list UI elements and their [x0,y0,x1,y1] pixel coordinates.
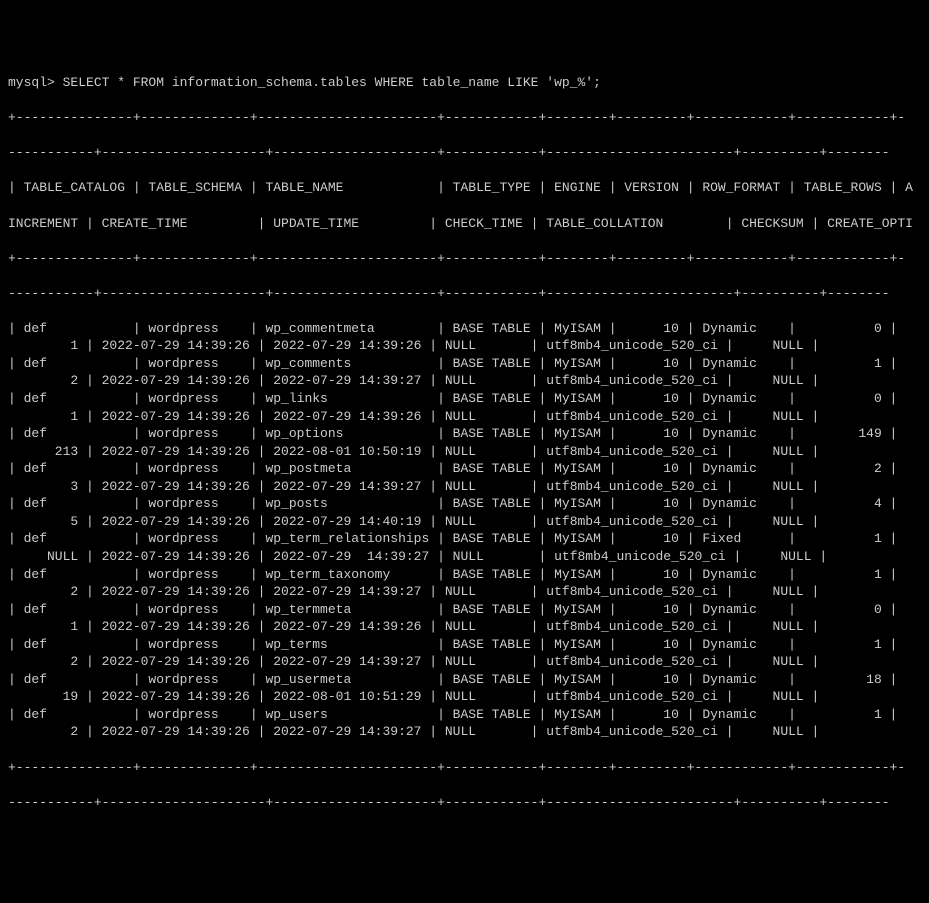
table-row: 1 | 2022-07-29 14:39:26 | 2022-07-29 14:… [8,408,921,426]
mysql-prompt: mysql> [8,75,63,90]
table-row: 2 | 2022-07-29 14:39:26 | 2022-07-29 14:… [8,583,921,601]
table-row: 213 | 2022-07-29 14:39:26 | 2022-08-01 1… [8,443,921,461]
table-row: 3 | 2022-07-29 14:39:26 | 2022-07-29 14:… [8,478,921,496]
table-row: 5 | 2022-07-29 14:39:26 | 2022-07-29 14:… [8,513,921,531]
table-border-bot-1: +---------------+--------------+--------… [8,759,921,777]
table-row: | def | wordpress | wp_posts | BASE TABL… [8,495,921,513]
table-row: | def | wordpress | wp_usermeta | BASE T… [8,671,921,689]
table-row: | def | wordpress | wp_terms | BASE TABL… [8,636,921,654]
table-header-1: | TABLE_CATALOG | TABLE_SCHEMA | TABLE_N… [8,179,921,197]
table-row: 2 | 2022-07-29 14:39:26 | 2022-07-29 14:… [8,372,921,390]
table-row: | def | wordpress | wp_options | BASE TA… [8,425,921,443]
mysql-prompt-line[interactable]: mysql> SELECT * FROM information_schema.… [8,74,921,92]
table-row: 1 | 2022-07-29 14:39:26 | 2022-07-29 14:… [8,618,921,636]
table-row: | def | wordpress | wp_termmeta | BASE T… [8,601,921,619]
table-row: 1 | 2022-07-29 14:39:26 | 2022-07-29 14:… [8,337,921,355]
table-row: 2 | 2022-07-29 14:39:26 | 2022-07-29 14:… [8,653,921,671]
table-rows: | def | wordpress | wp_commentmeta | BAS… [8,320,921,741]
table-row: NULL | 2022-07-29 14:39:26 | 2022-07-29 … [8,548,921,566]
table-row: | def | wordpress | wp_postmeta | BASE T… [8,460,921,478]
table-border-top-2: -----------+---------------------+------… [8,144,921,162]
table-row: | def | wordpress | wp_users | BASE TABL… [8,706,921,724]
table-border-mid-2: -----------+---------------------+------… [8,285,921,303]
sql-query: SELECT * FROM information_schema.tables … [63,75,601,90]
table-row: | def | wordpress | wp_comments | BASE T… [8,355,921,373]
table-row: | def | wordpress | wp_term_taxonomy | B… [8,566,921,584]
table-row: 2 | 2022-07-29 14:39:26 | 2022-07-29 14:… [8,723,921,741]
table-border-mid-1: +---------------+--------------+--------… [8,250,921,268]
table-border-bot-2: -----------+---------------------+------… [8,794,921,812]
table-row: | def | wordpress | wp_term_relationship… [8,530,921,548]
table-border-top-1: +---------------+--------------+--------… [8,109,921,127]
table-row: | def | wordpress | wp_commentmeta | BAS… [8,320,921,338]
table-row: | def | wordpress | wp_links | BASE TABL… [8,390,921,408]
table-header-2: INCREMENT | CREATE_TIME | UPDATE_TIME | … [8,215,921,233]
table-row: 19 | 2022-07-29 14:39:26 | 2022-08-01 10… [8,688,921,706]
